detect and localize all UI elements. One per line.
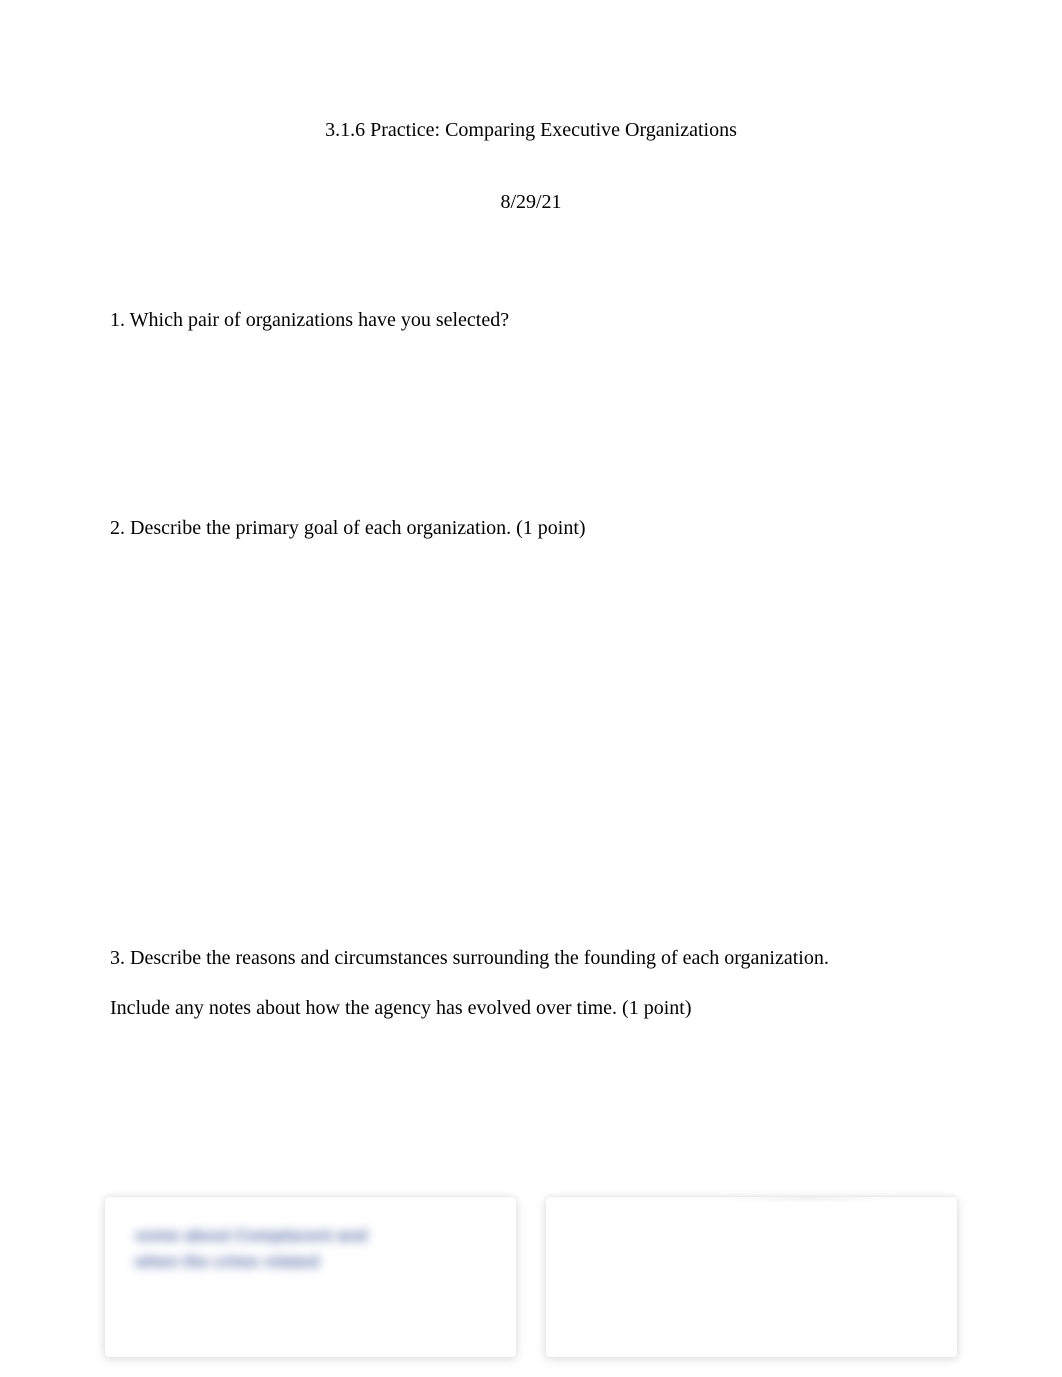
document-page: 3.1.6 Practice: Comparing Executive Orga… [0,0,1062,1023]
blurred-line-2: when the crime related [135,1249,486,1275]
blurred-preview-text: some about Complacent and when the crime… [135,1223,486,1274]
question-3-line1: 3. Describe the reasons and circumstance… [110,943,952,973]
decorative-line [717,1197,897,1199]
question-3-line2: Include any notes about how the agency h… [110,993,952,1023]
question-2: 2. Describe the primary goal of each org… [110,513,952,543]
preview-card-left: some about Complacent and when the crime… [105,1197,516,1357]
blurred-line-1: some about Complacent and [135,1223,486,1249]
preview-card-right [546,1197,957,1357]
preview-overlay: some about Complacent and when the crime… [0,1197,1062,1377]
question-1: 1. Which pair of organizations have you … [110,305,952,335]
document-title: 3.1.6 Practice: Comparing Executive Orga… [110,115,952,145]
document-date: 8/29/21 [110,187,952,217]
